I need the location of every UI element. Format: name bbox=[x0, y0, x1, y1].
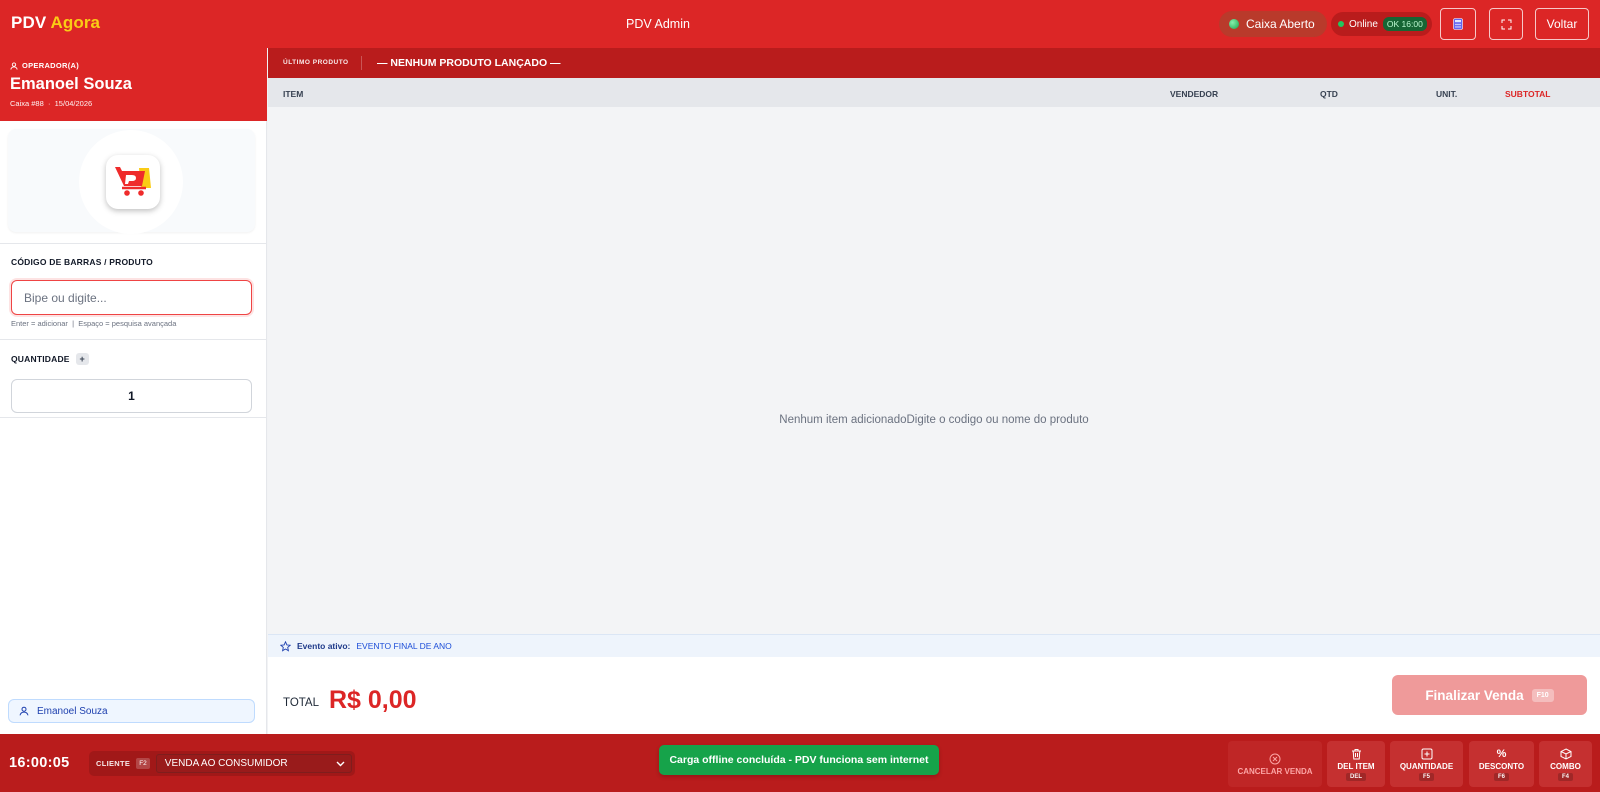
delete-item-key: DEL bbox=[1346, 772, 1366, 781]
discount-label: DESCONTO bbox=[1478, 761, 1525, 771]
client-key: F2 bbox=[136, 758, 150, 769]
items-table-header: ITEM VENDEDOR QTD UNIT. SUBTOTAL bbox=[268, 78, 1600, 107]
total-label: TOTAL bbox=[283, 697, 319, 709]
section-divider bbox=[0, 417, 267, 418]
back-button[interactable]: Voltar bbox=[1535, 8, 1589, 40]
operator-label-text: OPERADOR(A) bbox=[22, 61, 80, 70]
last-product-label: ÚLTIMO PRODUTO bbox=[283, 59, 349, 66]
logo-circle bbox=[79, 130, 183, 234]
col-qtd: QTD bbox=[1320, 89, 1338, 99]
quantity-label-row: QUANTIDADE + bbox=[11, 353, 89, 365]
col-vendedor: VENDEDOR bbox=[1170, 89, 1219, 99]
combo-label: COMBO bbox=[1550, 761, 1581, 771]
main-panel: ÚLTIMO PRODUTO — NENHUM PRODUTO LANÇADO … bbox=[268, 48, 1600, 734]
star-icon bbox=[280, 640, 291, 652]
box-icon bbox=[1560, 747, 1571, 760]
online-dot-icon bbox=[1338, 21, 1344, 27]
col-unit: UNIT. bbox=[1436, 89, 1458, 99]
col-item: ITEM bbox=[283, 89, 304, 99]
last-product-bar: ÚLTIMO PRODUTO — NENHUM PRODUTO LANÇADO … bbox=[268, 48, 1600, 78]
discount-button[interactable]: % DESCONTO F6 bbox=[1469, 741, 1534, 787]
barcode-label: CÓDIGO DE BARRAS / PRODUTO bbox=[11, 257, 153, 267]
seller-chip[interactable]: Emanoel Souza bbox=[8, 699, 255, 723]
items-table-body: Nenhum item adicionadoDigite o codigo ou… bbox=[268, 107, 1600, 634]
client-select[interactable]: VENDA AO CONSUMIDOR bbox=[155, 754, 352, 773]
quantity-action-label: QUANTIDADE bbox=[1399, 761, 1454, 771]
operator-caixa-info: Caixa #88 · 15/04/2026 bbox=[10, 99, 92, 108]
quantity-action-key: F5 bbox=[1418, 772, 1434, 781]
combo-key: F4 bbox=[1557, 772, 1573, 781]
fullscreen-button[interactable] bbox=[1489, 8, 1523, 40]
finalize-key: F10 bbox=[1531, 688, 1554, 702]
client-selector: CLIENTE F2 VENDA AO CONSUMIDOR bbox=[89, 751, 355, 776]
event-label: Evento ativo: bbox=[297, 641, 351, 651]
quantity-label: QUANTIDADE bbox=[11, 354, 70, 364]
percent-icon: % bbox=[1496, 747, 1507, 760]
quantity-action-button[interactable]: QUANTIDADE F5 bbox=[1390, 741, 1463, 787]
plus-square-icon bbox=[1421, 748, 1432, 759]
total-value: R$ 0,00 bbox=[329, 686, 417, 714]
delete-item-label: DEL ITEM bbox=[1337, 761, 1375, 771]
offline-sync-toast: Carga offline concluída - PDV funciona s… bbox=[659, 745, 939, 775]
barcode-hint: Enter = adicionar | Espaço = pesquisa av… bbox=[11, 319, 177, 328]
delete-item-button[interactable]: DEL ITEM DEL bbox=[1327, 741, 1385, 787]
section-divider bbox=[0, 243, 267, 244]
chevron-down-icon bbox=[336, 761, 345, 766]
caixa-status-label: Caixa Aberto bbox=[1246, 17, 1315, 31]
status-dot-icon bbox=[1229, 19, 1239, 29]
cancel-sale-label: CANCELAR VENDA bbox=[1237, 766, 1313, 776]
caixa-status-badge: Caixa Aberto bbox=[1219, 11, 1327, 37]
online-status-badge: Online OK 16:00 bbox=[1331, 12, 1432, 36]
caixa-date: 15/04/2026 bbox=[54, 99, 93, 108]
info-separator: · bbox=[45, 99, 53, 108]
empty-table-message: Nenhum item adicionadoDigite o codigo ou… bbox=[779, 414, 1089, 426]
calculator-button[interactable] bbox=[1440, 8, 1476, 40]
cancel-sale-button[interactable]: CANCELAR VENDA bbox=[1228, 741, 1322, 787]
user-icon bbox=[19, 706, 29, 716]
col-subtotal: SUBTOTAL bbox=[1505, 89, 1551, 99]
barcode-input[interactable] bbox=[11, 280, 252, 315]
last-product-separator bbox=[361, 56, 362, 70]
discount-key: F6 bbox=[1493, 772, 1509, 781]
active-event-bar: Evento ativo: EVENTO FINAL DE ANO bbox=[268, 634, 1600, 657]
sync-ok-badge: OK 16:00 bbox=[1382, 17, 1427, 31]
cancel-circle-icon bbox=[1269, 753, 1281, 764]
section-divider bbox=[0, 339, 267, 340]
total-area: TOTAL R$ 0,00 Finalizar Venda F10 bbox=[268, 657, 1600, 734]
combo-button[interactable]: COMBO F4 bbox=[1539, 741, 1592, 787]
fullscreen-icon bbox=[1501, 19, 1511, 29]
left-panel: OPERADOR(A) Emanoel Souza Caixa #88 · 15… bbox=[0, 48, 267, 734]
top-header: PDV Agora PDV Admin Caixa Aberto Online … bbox=[0, 0, 1600, 48]
quantity-plus-button[interactable]: + bbox=[75, 353, 89, 365]
caixa-number: Caixa #88 bbox=[10, 99, 44, 108]
finalize-label: Finalizar Venda bbox=[1425, 687, 1524, 703]
trash-icon bbox=[1351, 748, 1361, 759]
calculator-icon bbox=[1453, 18, 1463, 30]
online-label: Online bbox=[1349, 18, 1378, 30]
user-icon bbox=[10, 61, 18, 70]
cart-logo-icon bbox=[106, 155, 160, 209]
last-product-value: — NENHUM PRODUTO LANÇADO — bbox=[377, 57, 561, 69]
event-value: EVENTO FINAL DE ANO bbox=[356, 641, 452, 651]
operator-header: OPERADOR(A) Emanoel Souza Caixa #88 · 15… bbox=[0, 48, 267, 121]
client-label: CLIENTE bbox=[96, 759, 131, 768]
quantity-field[interactable]: 1 bbox=[11, 379, 252, 413]
store-logo-card bbox=[8, 129, 255, 234]
operator-label: OPERADOR(A) bbox=[10, 61, 79, 70]
operator-name: Emanoel Souza bbox=[10, 75, 132, 93]
footer-bar: 16:00:05 CLIENTE F2 VENDA AO CONSUMIDOR … bbox=[0, 734, 1600, 792]
finalize-sale-button[interactable]: Finalizar Venda F10 bbox=[1392, 675, 1587, 715]
seller-name: Emanoel Souza bbox=[37, 705, 108, 717]
clock: 16:00:05 bbox=[9, 755, 70, 771]
app-title: PDV Admin bbox=[626, 17, 690, 31]
client-value: VENDA AO CONSUMIDOR bbox=[164, 758, 288, 769]
